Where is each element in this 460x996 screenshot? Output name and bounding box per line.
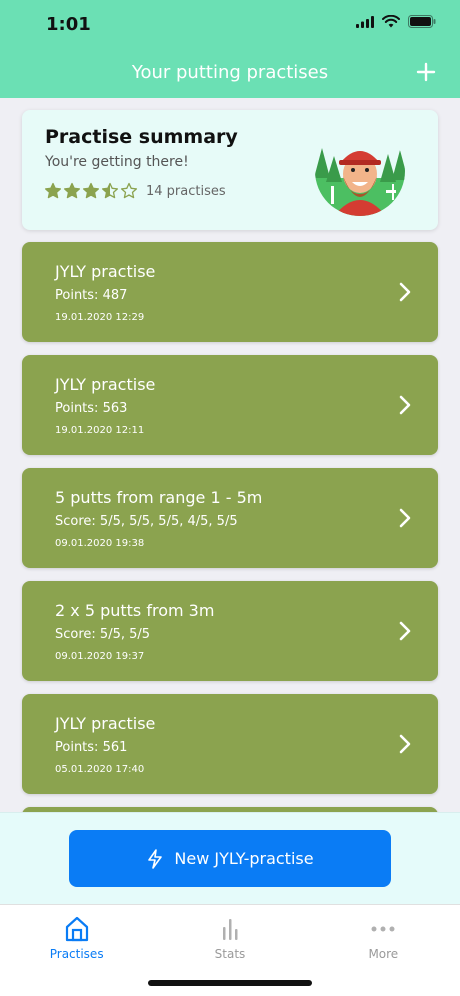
- practice-count: 14 practises: [146, 183, 226, 199]
- star-icon: [63, 182, 81, 199]
- add-practice-button[interactable]: [412, 58, 440, 86]
- practice-title: JYLY practise: [55, 375, 156, 394]
- signal-icon: [356, 15, 374, 28]
- lightning-icon: [148, 848, 163, 869]
- new-practice-label: New JYLY-practise: [174, 849, 314, 868]
- tab-practises[interactable]: Practises: [0, 905, 153, 996]
- action-area: New JYLY-practise: [0, 812, 460, 904]
- chevron-right-icon: [399, 734, 411, 754]
- practice-date: 19.01.2020 12:11: [55, 425, 145, 436]
- chevron-right-icon: [399, 508, 411, 528]
- practice-score: Score: 5/5, 5/5, 5/5, 4/5, 5/5: [55, 514, 238, 529]
- home-indicator: [148, 980, 312, 986]
- practice-date: 19.01.2020 12:29: [55, 312, 145, 323]
- practice-title: 2 x 5 putts from 3m: [55, 601, 215, 620]
- practice-date: 09.01.2020 19:37: [55, 651, 145, 662]
- status-bar: 1:01: [0, 0, 460, 50]
- chevron-right-icon: [399, 621, 411, 641]
- home-icon: [65, 916, 88, 942]
- star-rating: [44, 182, 138, 200]
- rating-row: 14 practises: [44, 182, 226, 200]
- wifi-icon: [382, 15, 400, 28]
- practice-list-item[interactable]: JYLY practise Points: 487 19.01.2020 12:29: [22, 242, 438, 342]
- practice-summary-card: Practise summary You're getting there! 1…: [22, 110, 438, 230]
- star-icon: [44, 182, 62, 199]
- practice-score: Points: 487: [55, 288, 128, 303]
- tab-more[interactable]: More: [307, 905, 460, 996]
- tab-label: Stats: [214, 947, 246, 961]
- practice-date: 05.01.2020 17:40: [55, 764, 145, 775]
- practice-title: JYLY practise: [55, 714, 156, 733]
- new-practice-button[interactable]: New JYLY-practise: [69, 830, 391, 887]
- practice-list-item[interactable]: JYLY practise Points: 563 19.01.2020 12:11: [22, 355, 438, 455]
- summary-title: Practise summary: [45, 126, 238, 148]
- header: 1:01 Your putting practises: [0, 0, 460, 98]
- plus-icon: [416, 62, 436, 82]
- tab-label: Practises: [49, 947, 104, 961]
- practice-list-item[interactable]: JYLY practise Points: 561 05.01.2020 17:40: [22, 694, 438, 794]
- chevron-right-icon: [399, 282, 411, 302]
- practice-title: JYLY practise: [55, 262, 156, 281]
- practice-score: Score: 5/5, 5/5: [55, 627, 151, 642]
- page-title: Your putting practises: [131, 62, 329, 83]
- star-icon: [120, 182, 138, 199]
- practice-title: 5 putts from range 1 - 5m: [55, 488, 263, 507]
- battery-icon: [408, 15, 436, 28]
- status-icons: [356, 15, 436, 28]
- bar-chart-icon: [222, 919, 238, 940]
- practice-list-item[interactable]: 2 x 5 putts from 3m Score: 5/5, 5/5 09.01.…: [22, 581, 438, 681]
- status-time: 1:01: [46, 14, 91, 35]
- practice-score: Points: 563: [55, 401, 128, 416]
- practice-date: 09.01.2020 19:38: [55, 538, 145, 549]
- practice-list-item[interactable]: 5 putts from range 1 - 5m Score: 5/5, 5/5…: [22, 468, 438, 568]
- player-avatar: [315, 126, 405, 216]
- star-icon: [82, 182, 100, 199]
- chevron-right-icon: [399, 395, 411, 415]
- practice-score: Points: 561: [55, 740, 128, 755]
- tab-label: More: [368, 947, 399, 961]
- more-dots-icon: [371, 926, 395, 932]
- star-icon: [101, 182, 119, 199]
- summary-subtitle: You're getting there!: [45, 154, 189, 170]
